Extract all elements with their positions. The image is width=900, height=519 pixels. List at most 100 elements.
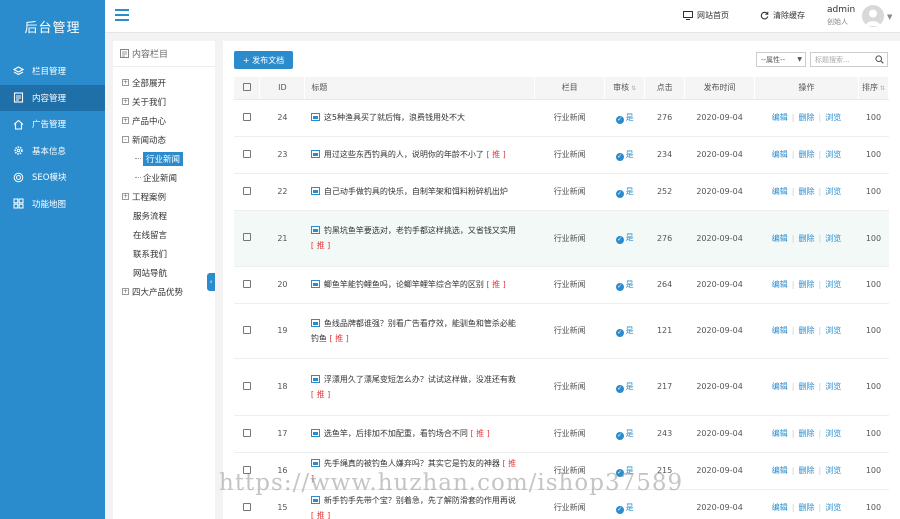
browse-link[interactable]: 浏览: [825, 187, 841, 196]
delete-link[interactable]: 删除: [799, 382, 815, 391]
browse-link[interactable]: 浏览: [825, 280, 841, 289]
delete-link[interactable]: 删除: [799, 466, 815, 475]
expand-icon[interactable]: +: [122, 117, 129, 124]
edit-link[interactable]: 编辑: [772, 429, 788, 438]
row-order[interactable]: 100: [858, 358, 889, 416]
chevron-down-icon[interactable]: ▼: [887, 13, 892, 21]
row-title[interactable]: 这5种渔具买了就后悔，浪费钱用处不大: [304, 99, 535, 137]
sidebar-item-basic-info[interactable]: 基本信息: [0, 138, 105, 165]
row-order[interactable]: 100: [858, 415, 889, 453]
delete-link[interactable]: 删除: [799, 113, 815, 122]
sidebar-item-function-map[interactable]: 功能地图: [0, 191, 105, 218]
tree-item-about[interactable]: + 关于我们: [113, 92, 215, 111]
tree-item-products[interactable]: + 产品中心: [113, 111, 215, 130]
delete-link[interactable]: 删除: [799, 326, 815, 335]
row-checkbox[interactable]: [234, 136, 260, 174]
edit-link[interactable]: 编辑: [772, 466, 788, 475]
row-review[interactable]: ✓ 是: [604, 358, 645, 416]
row-order[interactable]: 100: [858, 452, 889, 490]
clear-cache-link[interactable]: 清除缓存: [760, 10, 805, 21]
tree-item-news[interactable]: - 新闻动态: [113, 130, 215, 149]
row-checkbox[interactable]: [234, 210, 260, 267]
row-title[interactable]: 自己动手做钓具的快乐，自制竿架和饵料粉碎机出炉: [304, 173, 535, 211]
tree-item-cases[interactable]: + 工程案例: [113, 187, 215, 206]
delete-link[interactable]: 删除: [799, 187, 815, 196]
tree-item-expand-all[interactable]: + 全部展开: [113, 73, 215, 92]
row-review[interactable]: ✓ 是: [604, 210, 645, 267]
browse-link[interactable]: 浏览: [825, 503, 841, 512]
tree-item-nav[interactable]: 网站导航: [113, 263, 215, 282]
row-title[interactable]: 钓黑坑鱼竿要选对，老钓手都这样挑选，又省钱又实用 [ 推 ]: [304, 210, 535, 267]
browse-link[interactable]: 浏览: [825, 234, 841, 243]
row-order[interactable]: 100: [858, 489, 889, 519]
browse-link[interactable]: 浏览: [825, 466, 841, 475]
chevron-left-icon[interactable]: ‹: [207, 273, 215, 291]
browse-link[interactable]: 浏览: [825, 150, 841, 159]
row-checkbox[interactable]: [234, 99, 260, 137]
delete-link[interactable]: 删除: [799, 429, 815, 438]
tree-item-service[interactable]: 服务流程: [113, 206, 215, 225]
delete-link[interactable]: 删除: [799, 150, 815, 159]
edit-link[interactable]: 编辑: [772, 382, 788, 391]
row-title[interactable]: 鱼线品牌都谁强？别看广告看疗效，能驯鱼和管杀必能钓鱼 [ 推 ]: [304, 303, 535, 359]
row-order[interactable]: 100: [858, 173, 889, 211]
tree-item-contact[interactable]: 联系我们: [113, 244, 215, 263]
row-order[interactable]: 100: [858, 99, 889, 137]
delete-link[interactable]: 删除: [799, 503, 815, 512]
user-info[interactable]: admin 创始人: [827, 5, 855, 27]
tree-item-industry-news[interactable]: 行业新闻: [113, 149, 215, 168]
row-title[interactable]: 鲫鱼竿能钓鲤鱼吗，论鲫竿鲤竿综合竿的区别 [ 推 ]: [304, 266, 535, 304]
select-all-checkbox[interactable]: [234, 77, 261, 100]
browse-link[interactable]: 浏览: [825, 326, 841, 335]
delete-link[interactable]: 删除: [799, 234, 815, 243]
sidebar-item-seo[interactable]: SEO模块: [0, 164, 105, 191]
row-title[interactable]: 浮漂用久了漂尾变短怎么办？试试这样做，没准还有救 [ 推 ]: [304, 358, 535, 416]
sidebar-item-column[interactable]: 栏目管理: [0, 58, 105, 85]
menu-toggle-icon[interactable]: [115, 9, 129, 22]
row-order[interactable]: 100: [858, 303, 889, 359]
sidebar-item-content[interactable]: 内容管理: [0, 84, 105, 111]
expand-icon[interactable]: +: [122, 79, 129, 86]
row-title[interactable]: 用过这些东西钓具的人，说明你的年龄不小了 [ 推 ]: [304, 136, 535, 174]
row-review[interactable]: ✓ 是: [604, 173, 645, 211]
edit-link[interactable]: 编辑: [772, 326, 788, 335]
avatar[interactable]: [862, 5, 884, 27]
row-review[interactable]: ✓ 是: [604, 303, 645, 359]
browse-link[interactable]: 浏览: [825, 429, 841, 438]
search-input[interactable]: 标题搜索...: [810, 52, 888, 67]
row-checkbox[interactable]: [234, 173, 260, 211]
col-review[interactable]: 审核 ⇅: [604, 77, 646, 100]
row-checkbox[interactable]: [234, 358, 260, 416]
row-checkbox[interactable]: [234, 266, 260, 304]
col-order[interactable]: 排序 ⇅: [858, 77, 890, 100]
browse-link[interactable]: 浏览: [825, 382, 841, 391]
row-checkbox[interactable]: [234, 303, 260, 359]
row-order[interactable]: 100: [858, 136, 889, 174]
browse-link[interactable]: 浏览: [825, 113, 841, 122]
row-order[interactable]: 100: [858, 266, 889, 304]
tree-item-message[interactable]: 在线留言: [113, 225, 215, 244]
edit-link[interactable]: 编辑: [772, 187, 788, 196]
edit-link[interactable]: 编辑: [772, 503, 788, 512]
tree-item-company-news[interactable]: 企业新闻: [113, 168, 215, 187]
row-review[interactable]: ✓ 是: [604, 99, 645, 137]
row-review[interactable]: ✓ 是: [604, 266, 645, 304]
search-icon[interactable]: [875, 55, 884, 64]
attribute-select[interactable]: --属性-- ▼: [756, 52, 806, 67]
row-review[interactable]: ✓ 是: [604, 415, 645, 453]
expand-icon[interactable]: +: [122, 193, 129, 200]
publish-button[interactable]: + 发布文档: [234, 51, 293, 69]
tree-item-advantages[interactable]: + 四大产品优势: [113, 282, 215, 301]
row-review[interactable]: ✓ 是: [604, 136, 645, 174]
sidebar-item-ads[interactable]: 广告管理: [0, 111, 105, 138]
edit-link[interactable]: 编辑: [772, 150, 788, 159]
collapse-icon[interactable]: -: [122, 136, 129, 143]
edit-link[interactable]: 编辑: [772, 234, 788, 243]
site-home-link[interactable]: 网站首页: [683, 10, 729, 21]
row-title[interactable]: 选鱼竿，后排加不加配重，看钓场合不同 [ 推 ]: [304, 415, 535, 453]
edit-link[interactable]: 编辑: [772, 280, 788, 289]
expand-icon[interactable]: +: [122, 98, 129, 105]
row-checkbox[interactable]: [234, 415, 260, 453]
delete-link[interactable]: 删除: [799, 280, 815, 289]
expand-icon[interactable]: +: [122, 288, 129, 295]
